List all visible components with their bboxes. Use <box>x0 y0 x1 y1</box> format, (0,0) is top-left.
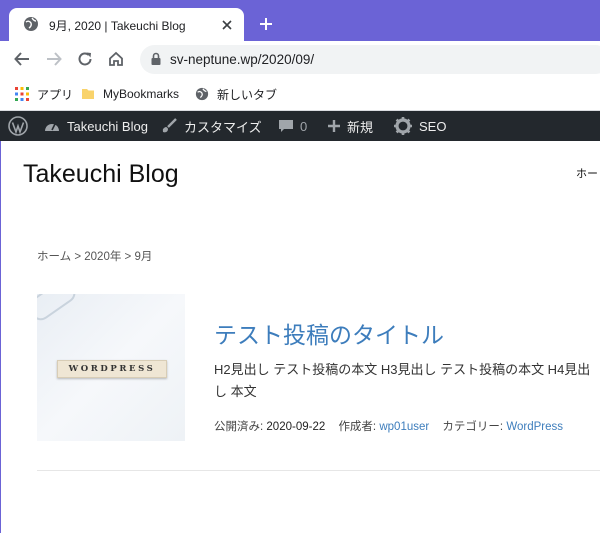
bookmark-label: 新しいタブ <box>217 87 278 102</box>
browser-toolbar: sv-neptune.wp/2020/09/ <box>0 41 600 78</box>
apps-grid-icon <box>15 87 29 101</box>
bookmarks-bar: アプリ MyBookmarks 新しいタブ <box>0 78 600 111</box>
browser-tab[interactable]: 9月, 2020 | Takeuchi Blog <box>9 8 244 41</box>
wp-logo-menu[interactable] <box>8 111 34 141</box>
post-divider <box>37 470 600 471</box>
category-label: カテゴリー: <box>442 421 504 433</box>
globe-icon <box>24 17 38 31</box>
home-icon[interactable] <box>107 50 125 68</box>
plus-icon <box>328 120 340 132</box>
post-meta: 公開済み: 2020-09-22 作成者: wp01user カテゴリー: Wo… <box>214 418 563 434</box>
wp-new-content[interactable]: 新規 <box>327 111 373 141</box>
back-arrow-icon[interactable] <box>13 50 31 68</box>
paintbrush-icon <box>162 118 177 133</box>
published-label: 公開済み: <box>214 421 264 433</box>
bookmark-label: アプリ <box>37 87 74 102</box>
author-label: 作成者: <box>338 421 377 433</box>
comments-count: 0 <box>300 118 308 134</box>
address-bar[interactable]: sv-neptune.wp/2020/09/ <box>140 45 600 74</box>
post-thumbnail[interactable]: WORDPRESS <box>37 294 185 441</box>
window-edge <box>0 141 1 533</box>
bookmark-new-tab[interactable]: 新しいタブ <box>195 84 277 104</box>
tab-strip: 9月, 2020 | Takeuchi Blog <box>0 0 600 41</box>
new-tab-plus-icon[interactable] <box>258 16 274 32</box>
reload-icon[interactable] <box>76 50 94 68</box>
folder-icon <box>82 89 94 99</box>
author-link[interactable]: wp01user <box>379 421 429 433</box>
dashboard-gauge-icon <box>45 123 59 131</box>
page-content: Takeuchi Blog ホー ホーム > 2020年 > 9月 WORDPR… <box>0 141 600 533</box>
paperclip-decoration <box>37 294 80 325</box>
thumbnail-text: WORDPRESS <box>68 364 156 374</box>
nav-home-link[interactable]: ホー <box>576 165 598 181</box>
wordpress-tiles-image: WORDPRESS <box>57 360 167 378</box>
site-title[interactable]: Takeuchi Blog <box>23 160 179 189</box>
bookmark-apps[interactable]: アプリ <box>15 84 73 104</box>
bookmark-mybookmarks[interactable]: MyBookmarks <box>81 84 179 104</box>
breadcrumb: ホーム > 2020年 > 9月 <box>37 251 153 263</box>
tab-title: 9月, 2020 | Takeuchi Blog <box>49 19 186 33</box>
site-name-label: Takeuchi Blog <box>67 118 148 134</box>
lock-icon <box>151 52 161 65</box>
post-excerpt: H2見出し テスト投稿の本文 H3見出し テスト投稿の本文 H4見出し 本文 <box>214 362 591 399</box>
customize-label: カスタマイズ <box>184 119 262 135</box>
wp-seo[interactable]: SEO <box>393 111 446 141</box>
url-text: sv-neptune.wp/2020/09/ <box>170 52 315 67</box>
seo-label: SEO <box>419 118 447 134</box>
comment-bubble-icon <box>279 120 293 132</box>
new-label: 新規 <box>347 119 374 135</box>
wp-site-name[interactable]: Takeuchi Blog <box>43 111 148 141</box>
browser-window: 9月, 2020 | Takeuchi Blog sv-neptune.wp/2… <box>0 0 600 533</box>
wp-comments[interactable]: 0 <box>278 111 307 141</box>
wordpress-logo-icon <box>8 116 28 136</box>
close-icon[interactable] <box>220 18 234 32</box>
forward-arrow-icon[interactable] <box>45 50 63 68</box>
globe-icon <box>195 87 209 101</box>
wp-customize[interactable]: カスタマイズ <box>160 111 262 141</box>
bookmark-label: MyBookmarks <box>103 87 180 101</box>
post-title-link[interactable]: テスト投稿のタイトル <box>214 316 444 350</box>
published-date: 2020-09-22 <box>266 421 326 433</box>
wp-admin-bar: Takeuchi Blog カスタマイズ 0 新規 SEO <box>0 111 600 141</box>
category-link[interactable]: WordPress <box>506 421 563 433</box>
gear-icon <box>394 117 412 135</box>
